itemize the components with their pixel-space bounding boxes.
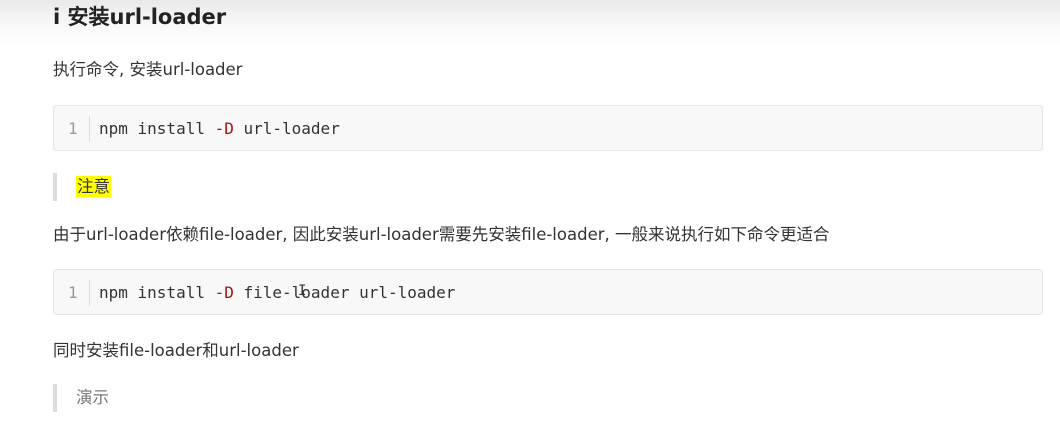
section-heading: i 安装url-loader xyxy=(53,5,227,29)
intro-paragraph: 执行命令, 安装url-loader xyxy=(53,60,243,79)
line-number: 1 xyxy=(68,283,78,302)
note-label: 注意 xyxy=(76,176,111,197)
summary-paragraph: 同时安装file-loader和url-loader xyxy=(53,341,299,360)
code-command: npm install xyxy=(99,283,215,302)
code-line[interactable]: npm install -D url-loader xyxy=(99,118,340,140)
code-block-1[interactable]: 1 npm install -D url-loader xyxy=(53,105,1043,151)
code-block-2[interactable]: 1 npm install -D file-loader url-loader xyxy=(53,269,1043,315)
code-flag: -D xyxy=(214,119,234,138)
gutter-divider xyxy=(89,280,90,306)
code-line[interactable]: npm install -D file-loader url-loader xyxy=(99,282,455,304)
gutter-divider xyxy=(89,116,90,142)
code-args: url-loader xyxy=(233,119,340,138)
code-flag: -D xyxy=(214,283,234,302)
demo-blockquote: 演示 xyxy=(53,384,109,412)
dependency-paragraph: 由于url-loader依赖file-loader, 因此安装url-loade… xyxy=(53,225,830,244)
code-command: npm install xyxy=(99,119,215,138)
text-cursor-icon: I xyxy=(298,283,307,299)
code-args: file-loader url-loader xyxy=(233,283,456,302)
note-blockquote: 注意 xyxy=(53,173,111,201)
demo-label: 演示 xyxy=(76,388,109,407)
line-number: 1 xyxy=(68,119,78,138)
